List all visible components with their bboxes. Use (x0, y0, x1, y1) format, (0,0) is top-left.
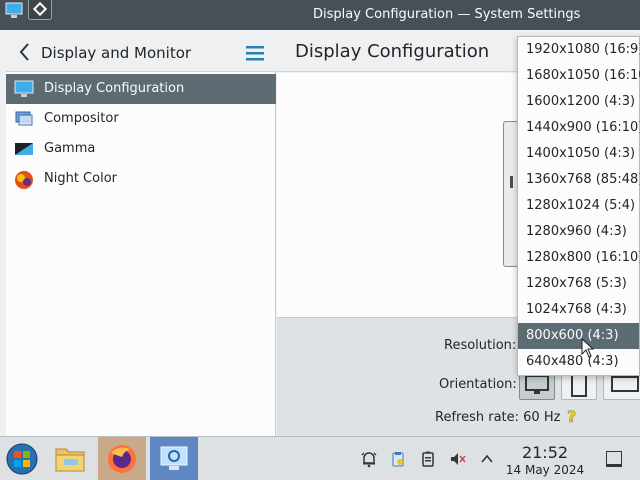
question-mark-icon[interactable]: ? (565, 407, 581, 427)
monitor-icon (14, 80, 34, 98)
page-title: Display Configuration (295, 41, 490, 62)
system-settings-app-icon[interactable] (4, 0, 28, 22)
output-screen-preview[interactable] (503, 121, 517, 267)
taskbar-system-settings[interactable] (150, 437, 198, 480)
gamma-icon (14, 140, 34, 158)
sidebar-item-label: Compositor (44, 111, 119, 126)
battery-icon[interactable] (419, 450, 437, 468)
back-button[interactable] (12, 40, 38, 64)
resolution-option[interactable]: 1360x768 (85:48) (518, 167, 640, 193)
resolution-option[interactable]: 1024x768 (4:3) (518, 297, 639, 323)
resolution-option[interactable]: 1280x800 (16:10) (518, 245, 640, 271)
sidebar-header: Display and Monitor (6, 32, 276, 72)
hamburger-menu-button[interactable] (244, 42, 268, 64)
resolution-option[interactable]: 1600x1200 (4:3) (518, 89, 639, 115)
clipboard-icon[interactable] (389, 450, 407, 468)
sidebar-item-label: Night Color (44, 171, 117, 186)
system-settings-icon (160, 446, 188, 470)
resolution-dropdown-list[interactable]: 1920x1080 (16:9) 1680x1050 (16:10) 1600x… (517, 36, 640, 376)
hamburger-icon (246, 46, 264, 61)
notifications-icon[interactable] (360, 450, 378, 468)
resolution-option[interactable]: 640x480 (4:3) (518, 349, 639, 375)
resolution-option[interactable]: 1280x1024 (5:4) (518, 193, 639, 219)
night-color-icon (14, 170, 34, 189)
resolution-option[interactable]: 1280x960 (4:3) (518, 219, 639, 245)
resolution-option[interactable]: 1280x768 (5:3) (518, 271, 639, 297)
show-desktop-button[interactable] (606, 451, 622, 467)
orientation-label: Orientation: (439, 377, 517, 392)
window-title: Display Configuration — System Settings (313, 7, 581, 22)
sidebar-title: Display and Monitor (41, 44, 192, 62)
window-titlebar: Display Configuration — System Settings (0, 0, 640, 30)
sidebar-item-gamma[interactable]: Gamma (6, 134, 276, 164)
mouse-cursor-icon (581, 337, 595, 358)
svg-text:?: ? (567, 407, 576, 425)
sidebar: Display and Monitor Display Configuratio… (6, 32, 276, 436)
clock-time: 21:52 (521, 443, 569, 462)
firefox-icon (108, 445, 136, 473)
resolution-option[interactable]: 1400x1050 (4:3) (518, 141, 639, 167)
chevron-left-icon (19, 43, 29, 61)
sidebar-item-compositor[interactable]: Compositor (6, 104, 276, 134)
sidebar-nav-list: Display Configuration Compositor Gamma N… (6, 74, 276, 194)
refresh-rate-label: Refresh rate: 60 Hz (435, 410, 561, 425)
window-menu-button[interactable] (28, 0, 52, 22)
resolution-option[interactable]: 1680x1050 (16:10) (518, 63, 640, 89)
compositor-icon (14, 110, 34, 128)
taskbar-firefox[interactable] (98, 437, 146, 480)
start-orb-icon (6, 443, 38, 475)
volume-muted-icon[interactable] (449, 450, 467, 468)
taskbar-file-manager[interactable] (46, 437, 94, 480)
sidebar-item-label: Display Configuration (44, 81, 185, 96)
digital-clock[interactable]: 21:52 14 May 2024 (500, 443, 590, 477)
sidebar-item-display-configuration[interactable]: Display Configuration (6, 74, 276, 104)
folder-icon (55, 448, 85, 472)
tray-expand-icon[interactable] (478, 450, 496, 468)
sidebar-item-night-color[interactable]: Night Color (6, 164, 276, 194)
start-menu-button[interactable] (0, 437, 46, 480)
resolution-option[interactable]: 1920x1080 (16:9) (518, 37, 640, 63)
resolution-option-highlighted[interactable]: 800x600 (4:3) (518, 323, 639, 349)
resolution-option[interactable]: 1440x900 (16:10) (518, 115, 640, 141)
resolution-label: Resolution: (444, 338, 517, 353)
sidebar-item-label: Gamma (44, 141, 96, 156)
taskbar: 21:52 14 May 2024 (0, 436, 640, 480)
clock-date: 14 May 2024 (505, 463, 585, 477)
